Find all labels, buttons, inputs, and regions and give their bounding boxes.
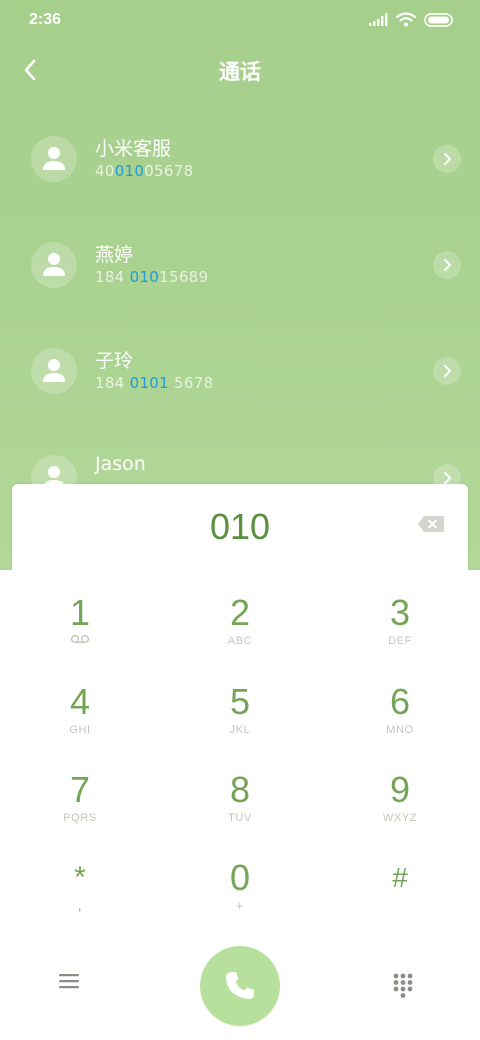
key-9[interactable]: 9 WXYZ xyxy=(320,747,480,835)
key-hash[interactable]: # xyxy=(320,835,480,923)
backspace-button[interactable] xyxy=(417,514,447,538)
contact-item[interactable]: 子玲 184 0101 5678 xyxy=(0,348,480,418)
contact-detail-button[interactable] xyxy=(433,145,461,173)
key-6[interactable]: 6 MNO xyxy=(320,659,480,747)
contact-name: 燕婷 xyxy=(95,244,134,266)
chevron-right-icon xyxy=(444,365,451,377)
keypad-toggle-button[interactable] xyxy=(392,972,422,1002)
key-1[interactable]: 1 xyxy=(0,570,160,658)
status-time: 2:36 xyxy=(29,11,62,28)
key-letters: DEF xyxy=(388,635,412,647)
key-3[interactable]: 3 DEF xyxy=(320,570,480,658)
person-icon xyxy=(43,359,65,382)
backspace-icon xyxy=(418,516,444,532)
menu-button[interactable] xyxy=(58,972,88,1000)
key-letters: ABC xyxy=(227,635,253,647)
contact-number: 184 0101 5678 xyxy=(95,374,214,392)
contact-name: 小米客服 xyxy=(95,138,172,160)
status-bar: 2:36 xyxy=(0,0,480,42)
contact-number: 4001005678 xyxy=(95,162,194,180)
menu-icon xyxy=(59,974,79,989)
key-letters: , xyxy=(77,898,83,913)
battery-icon xyxy=(424,12,453,27)
key-4[interactable]: 4 GHI xyxy=(0,659,160,747)
key-digit: 0 xyxy=(229,857,251,898)
key-digit: * xyxy=(74,861,86,894)
contact-detail-button[interactable] xyxy=(433,357,461,385)
key-letters: TUV xyxy=(228,812,252,824)
voicemail-icon xyxy=(0,634,160,648)
chevron-right-icon xyxy=(444,259,451,271)
key-0[interactable]: 0 + xyxy=(160,835,320,923)
contact-item[interactable]: 燕婷 184 01015689 xyxy=(0,242,480,312)
key-digit: 7 xyxy=(69,769,91,810)
key-digit: 5 xyxy=(229,681,251,722)
key-digit: 1 xyxy=(69,592,91,633)
key-letters: PQRS xyxy=(63,812,97,824)
key-digit: 3 xyxy=(389,592,411,633)
keypad: 1 2 ABC 3 DEF 4 GHI 5 JKL 6 MNO 7 PQRS 8… xyxy=(0,570,480,930)
header: 通话 xyxy=(0,50,480,90)
contact-name: 子玲 xyxy=(95,350,134,372)
key-digit: 6 xyxy=(389,681,411,722)
keypad-grid-icon xyxy=(393,973,413,998)
page-title: 通话 xyxy=(219,60,261,84)
chevron-right-icon xyxy=(444,153,451,165)
key-7[interactable]: 7 PQRS xyxy=(0,747,160,835)
call-button[interactable] xyxy=(200,946,280,1026)
key-digit: 4 xyxy=(69,681,91,722)
phone-icon xyxy=(226,972,254,999)
key-8[interactable]: 8 TUV xyxy=(160,747,320,835)
avatar xyxy=(31,348,77,394)
dial-display: 010 xyxy=(12,484,468,570)
key-star[interactable]: * , xyxy=(0,835,160,923)
avatar xyxy=(31,242,77,288)
contact-item[interactable]: 小米客服 4001005678 xyxy=(0,136,480,206)
person-icon xyxy=(43,253,65,276)
key-5[interactable]: 5 JKL xyxy=(160,659,320,747)
status-icons xyxy=(368,12,454,27)
key-letters: GHI xyxy=(69,724,91,736)
wifi-icon xyxy=(396,12,416,27)
key-digit: 8 xyxy=(229,769,251,810)
key-2[interactable]: 2 ABC xyxy=(160,570,320,658)
key-digit: 2 xyxy=(229,592,251,633)
signal-icon xyxy=(369,12,388,26)
key-letters: JKL xyxy=(229,724,251,736)
contact-name: Jason xyxy=(95,453,146,475)
dialed-number: 010 xyxy=(209,506,271,547)
avatar xyxy=(31,136,77,182)
bottom-bar xyxy=(0,930,480,1040)
contact-detail-button[interactable] xyxy=(433,251,461,279)
key-letters: MNO xyxy=(386,724,414,736)
contact-number: 184 01015689 xyxy=(95,268,209,286)
key-digit: 9 xyxy=(389,769,411,810)
chevron-right-icon xyxy=(444,472,451,484)
key-digit: # xyxy=(392,862,408,893)
key-letters: WXYZ xyxy=(382,812,418,824)
person-icon xyxy=(43,147,65,170)
key-letters: + xyxy=(235,898,245,913)
